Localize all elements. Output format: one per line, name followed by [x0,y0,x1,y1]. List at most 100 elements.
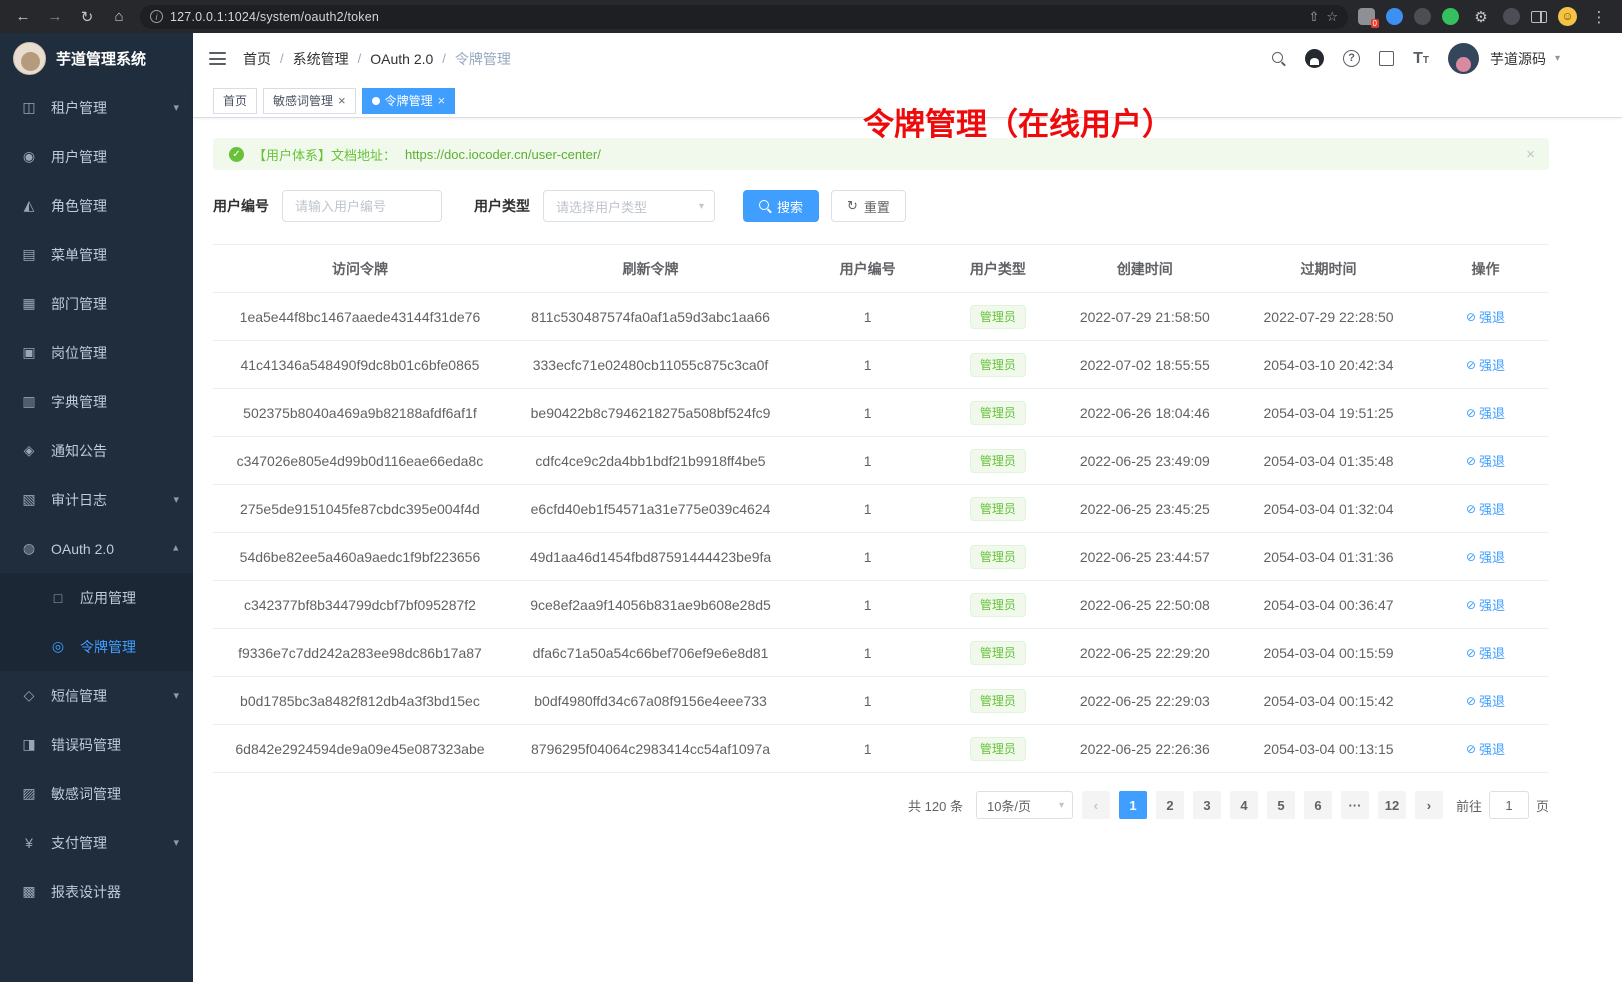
page-button-12[interactable]: 12 [1378,791,1406,819]
force-logout-icon: ⊘ [1466,550,1476,564]
menu-icon: ▤ [20,246,38,263]
user-menu-caret-icon[interactable]: ▾ [1555,53,1560,64]
breadcrumb-item[interactable]: 系统管理 [293,49,349,69]
sidebar-item-payment[interactable]: ¥支付管理▾ [0,818,193,867]
tab-close-icon[interactable]: × [438,94,446,107]
extension-badged-icon[interactable]: 0 [1358,8,1375,25]
force-logout-icon: ⊘ [1466,406,1476,420]
sidebar-item-error-code[interactable]: ◨错误码管理 [0,720,193,769]
sidebar-item-report-designer[interactable]: ▩报表设计器 [0,867,193,916]
fullscreen-icon[interactable] [1379,51,1394,66]
breadcrumb-item[interactable]: 首页 [243,49,271,69]
extension-dark-icon[interactable] [1414,8,1431,25]
page-size-select[interactable]: 10条/页 ▾ [976,791,1073,819]
force-logout-button[interactable]: ⊘强退 [1466,595,1505,614]
sidebar-toggle-icon[interactable] [209,52,226,65]
back-icon[interactable]: ← [12,8,34,25]
sidebar-item-label: 角色管理 [51,196,179,216]
page-button-5[interactable]: 5 [1267,791,1295,819]
next-page-button[interactable]: › [1415,791,1443,819]
force-logout-button[interactable]: ⊘强退 [1466,739,1505,758]
sidebar-item-user[interactable]: ◉用户管理 [0,132,193,181]
extension-paw-icon[interactable] [1503,8,1520,25]
tab-敏感词管理[interactable]: 敏感词管理× [263,88,356,114]
table-row: b0d1785bc3a8482f812db4a3f3bd15ecb0df4980… [213,677,1549,725]
force-logout-icon: ⊘ [1466,502,1476,516]
sidebar-item-tenants[interactable]: ◫租户管理▾ [0,83,193,132]
search-icon[interactable] [1272,52,1286,66]
forward-icon[interactable]: → [44,8,66,25]
user-avatar[interactable] [1448,43,1479,74]
share-icon[interactable]: ⇧ [1308,9,1319,25]
extension-blue-icon[interactable] [1386,8,1403,25]
force-logout-button[interactable]: ⊘强退 [1466,499,1505,518]
sidebar-item-sms[interactable]: ◇短信管理▾ [0,671,193,720]
reload-icon[interactable]: ↻ [76,8,98,26]
force-logout-button[interactable]: ⊘强退 [1466,307,1505,326]
help-icon[interactable]: ? [1343,50,1360,67]
username[interactable]: 芋道源码 [1490,49,1546,69]
force-logout-button[interactable]: ⊘强退 [1466,355,1505,374]
force-logout-button[interactable]: ⊘强退 [1466,451,1505,470]
page-button-2[interactable]: 2 [1156,791,1184,819]
goto-page-input[interactable] [1489,791,1529,819]
sidebar-item-sensitive-word[interactable]: ▨敏感词管理 [0,769,193,818]
audit-log-icon: ▧ [20,491,38,508]
sidebar-item-dictionary[interactable]: ▥字典管理 [0,377,193,426]
search-button[interactable]: 搜索 [743,190,819,222]
reset-button[interactable]: ↻ 重置 [831,190,906,222]
home-icon[interactable]: ⌂ [108,8,130,25]
sidebar-item-application[interactable]: □ 应用管理 [0,573,193,622]
tab-令牌管理[interactable]: 令牌管理× [362,88,456,114]
breadcrumb-item[interactable]: OAuth 2.0 [370,51,433,67]
sidebar-item-notice[interactable]: ◈通知公告 [0,426,193,475]
page-button-1[interactable]: 1 [1119,791,1147,819]
sidebar-item-audit-log[interactable]: ▧审计日志▾ [0,475,193,524]
user-type-badge: 管理员 [970,449,1026,473]
doc-link[interactable]: https://doc.iocoder.cn/user-center/ [405,147,601,162]
sidebar-item-label: 应用管理 [80,588,179,608]
font-size-icon[interactable]: TT [1413,50,1429,68]
force-logout-label: 强退 [1479,403,1505,422]
user-id-input[interactable] [282,190,442,222]
logo-avatar [13,42,46,75]
user-type-select[interactable]: 请选择用户类型 ▾ [543,190,715,222]
browser-menu-icon[interactable]: ⋮ [1588,8,1610,26]
extension-green-icon[interactable] [1442,8,1459,25]
force-logout-label: 强退 [1479,355,1505,374]
page-size-caret-icon: ▾ [1059,800,1064,811]
sidebar-item-menu[interactable]: ▤菜单管理 [0,230,193,279]
split-view-icon[interactable] [1531,11,1547,23]
page-button-4[interactable]: 4 [1230,791,1258,819]
user-id-cell: 1 [794,725,941,773]
user-type-cell: 管理员 [941,437,1055,485]
page-button-3[interactable]: 3 [1193,791,1221,819]
sidebar-item-oauth[interactable]: ◍OAuth 2.0▾ [0,524,193,573]
prev-page-button[interactable]: ‹ [1082,791,1110,819]
force-logout-button[interactable]: ⊘强退 [1466,547,1505,566]
sidebar-item-post[interactable]: ▣岗位管理 [0,328,193,377]
tab-close-icon[interactable]: × [338,94,346,107]
browser-profile-avatar[interactable]: ☺ [1558,7,1577,26]
create-time-cell: 2022-06-25 23:49:09 [1055,437,1235,485]
action-cell: ⊘强退 [1422,533,1549,581]
sidebar-item-department[interactable]: ▦部门管理 [0,279,193,328]
force-logout-button[interactable]: ⊘强退 [1466,643,1505,662]
pages-more-button[interactable]: ··· [1341,791,1369,819]
github-icon[interactable] [1305,49,1324,68]
tab-首页[interactable]: 首页 [213,88,257,114]
url-bar[interactable]: i 127.0.0.1:1024/system/oauth2/token ⇧ ☆ [140,5,1348,29]
site-info-icon[interactable]: i [150,10,163,23]
page-button-6[interactable]: 6 [1304,791,1332,819]
extensions-puzzle-icon[interactable]: ⚙ [1470,8,1492,26]
force-logout-button[interactable]: ⊘强退 [1466,691,1505,710]
sidebar-item-token-signal[interactable]: ◎令牌管理 [0,622,193,671]
force-logout-button[interactable]: ⊘强退 [1466,403,1505,422]
sidebar-item-roles[interactable]: ◭角色管理 [0,181,193,230]
access-token-cell: c342377bf8b344799dcbf7bf095287f2 [213,581,507,629]
bookmark-star-icon[interactable]: ☆ [1326,9,1338,25]
sidebar-item-label: 部门管理 [51,294,179,314]
application-icon: □ [49,590,67,606]
alert-close-icon[interactable]: × [1526,146,1535,163]
app-logo[interactable]: 芋道管理系统 [0,33,193,83]
